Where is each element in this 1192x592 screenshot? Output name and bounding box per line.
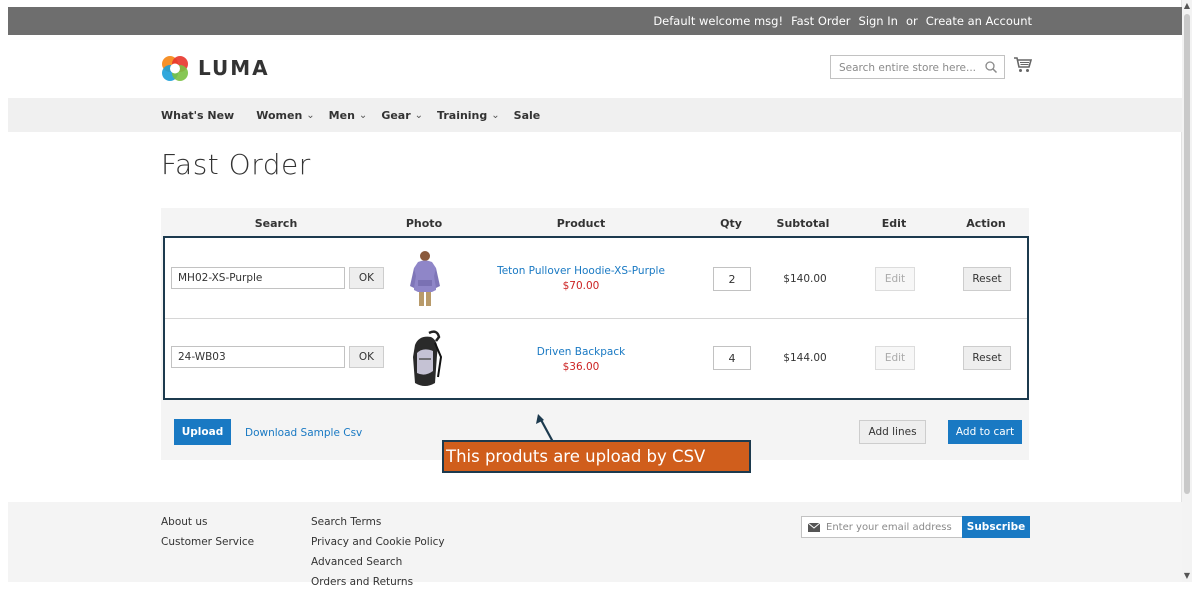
footer-link-advanced-search[interactable]: Advanced Search [311, 552, 445, 572]
fast-order-link[interactable]: Fast Order [791, 14, 850, 28]
annotation-callout: This produts are upload by CSV [442, 440, 751, 473]
page-title: Fast Order [161, 148, 311, 181]
table-header: Search Photo Product Qty Subtotal Edit A… [161, 208, 1029, 236]
scroll-up-arrow-icon[interactable]: ▲ [1182, 0, 1192, 12]
product-info: Teton Pullover Hoodie-XS-Purple $70.00 [491, 265, 671, 292]
nav-item-men[interactable]: Men ⌄ [329, 109, 368, 122]
chevron-down-icon: ⌄ [358, 109, 368, 121]
footer-link-search-terms[interactable]: Search Terms [311, 512, 445, 532]
scroll-down-arrow-icon[interactable]: ▼ [1182, 570, 1192, 582]
reset-button[interactable]: Reset [963, 346, 1011, 370]
column-header-photo: Photo [405, 217, 443, 230]
column-header-subtotal: Subtotal [776, 217, 830, 230]
footer-link-about-us[interactable]: About us [161, 512, 254, 532]
uploaded-rows-highlight: OK Teton Pullover Hoodie-XS-Purple $70.0… [163, 236, 1029, 400]
nav-item-label: Gear [381, 108, 411, 122]
product-name-link[interactable]: Teton Pullover Hoodie-XS-Purple [491, 265, 671, 277]
main-navigation: What's New Women ⌄ Men ⌄ Gear ⌄ Training… [8, 98, 1182, 132]
luma-logo-icon [162, 56, 188, 81]
scrollbar-thumb[interactable] [1184, 14, 1190, 494]
welcome-message: Default welcome msg! [653, 14, 784, 28]
ok-button[interactable]: OK [349, 346, 384, 368]
column-header-action: Action [966, 217, 1006, 230]
nav-item-label: What's New [161, 108, 235, 122]
chevron-down-icon: ⌄ [414, 109, 424, 121]
download-sample-csv-link[interactable]: Download Sample Csv [245, 427, 362, 439]
ok-button[interactable]: OK [349, 267, 384, 289]
qty-input[interactable] [713, 346, 751, 370]
nav-item-sale[interactable]: Sale [514, 109, 541, 122]
row-subtotal: $144.00 [783, 352, 827, 364]
site-header: LUMA [8, 35, 1182, 98]
sku-search-input[interactable] [171, 346, 345, 368]
shopping-cart-icon[interactable] [1013, 55, 1033, 75]
search-icon[interactable] [984, 60, 998, 74]
column-header-search: Search [254, 217, 298, 230]
nav-item-gear[interactable]: Gear ⌄ [381, 109, 423, 122]
column-header-edit: Edit [881, 217, 907, 230]
vertical-scrollbar[interactable]: ▲ ▼ [1181, 0, 1192, 582]
nav-item-women[interactable]: Women ⌄ [256, 109, 314, 122]
newsletter-email-input[interactable] [826, 519, 958, 535]
product-price: $70.00 [562, 280, 600, 292]
footer-link-privacy-policy[interactable]: Privacy and Cookie Policy [311, 532, 445, 552]
chevron-down-icon: ⌄ [491, 109, 500, 121]
nav-item-label: Men [328, 108, 355, 122]
top-header-bar: Default welcome msg! Fast Order Sign In … [8, 7, 1182, 35]
product-name-link[interactable]: Driven Backpack [491, 346, 671, 358]
row-subtotal: $140.00 [783, 273, 827, 285]
or-separator: or [905, 14, 918, 28]
product-price: $36.00 [562, 361, 600, 373]
create-account-link[interactable]: Create an Account [926, 14, 1032, 28]
qty-input[interactable] [713, 267, 751, 291]
envelope-icon [808, 523, 820, 532]
column-header-qty: Qty [720, 217, 742, 230]
window-frame-left [0, 0, 8, 582]
sign-in-link[interactable]: Sign In [859, 14, 898, 28]
site-footer: About us Customer Service Search Terms P… [8, 502, 1182, 588]
column-header-product: Product [556, 217, 606, 230]
search-input[interactable] [839, 58, 979, 78]
fast-order-panel: Search Photo Product Qty Subtotal Edit A… [161, 208, 1029, 460]
add-lines-button[interactable]: Add lines [859, 420, 926, 444]
footer-links-column: Search Terms Privacy and Cookie Policy A… [311, 512, 445, 592]
store-logo[interactable]: LUMA [160, 53, 270, 83]
nav-item-label: Training [437, 108, 488, 122]
footer-links-column: About us Customer Service [161, 512, 254, 552]
nav-item-training[interactable]: Training ⌄ [437, 109, 500, 122]
edit-button[interactable]: Edit [875, 267, 915, 291]
footer-link-orders-returns[interactable]: Orders and Returns [311, 572, 445, 592]
header-links: Default welcome msg! Fast Order Sign In … [645, 7, 1032, 35]
edit-button[interactable]: Edit [875, 346, 915, 370]
sku-search-input[interactable] [171, 267, 345, 289]
annotation-arrow-icon [536, 414, 554, 443]
newsletter-field[interactable] [801, 516, 963, 538]
table-row: OK Driven Backpack $36.00 $144.00 Edit R… [165, 319, 1027, 399]
nav-item-label: Sale [513, 108, 541, 122]
store-search[interactable] [830, 55, 1005, 79]
chevron-down-icon: ⌄ [306, 109, 315, 121]
backpack-photo [413, 330, 443, 386]
nav-item-label: Women [256, 108, 303, 122]
product-info: Driven Backpack $36.00 [491, 346, 671, 373]
reset-button[interactable]: Reset [963, 267, 1011, 291]
logo-text: LUMA [198, 56, 270, 80]
table-row: OK Teton Pullover Hoodie-XS-Purple $70.0… [165, 238, 1027, 319]
subscribe-button[interactable]: Subscribe [962, 516, 1030, 538]
nav-item-whats-new[interactable]: What's New [161, 109, 234, 122]
hoodie-photo [410, 251, 440, 306]
footer-link-customer-service[interactable]: Customer Service [161, 532, 254, 552]
upload-button[interactable]: Upload [174, 419, 231, 445]
add-to-cart-button[interactable]: Add to cart [948, 420, 1022, 444]
